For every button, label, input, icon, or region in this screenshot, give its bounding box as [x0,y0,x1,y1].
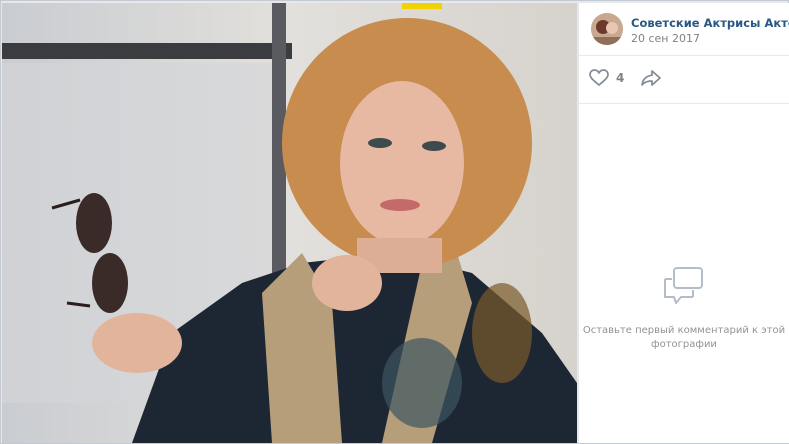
post-photo[interactable] [2,3,577,443]
photo-image [2,3,577,443]
photo-viewer: Советские Актрисы Актёры Кино 20 сен 201… [0,0,789,444]
comment-bubbles-icon [664,267,703,304]
post-author-link[interactable]: Советские Актрисы Актёры Кино [631,16,789,30]
like-count: 4 [616,71,625,85]
avatar-image [591,13,623,45]
heart-icon [589,69,609,87]
avatar[interactable] [591,13,623,45]
post-actions: 4 [579,55,789,104]
like-button[interactable]: 4 [589,69,624,87]
post-date[interactable]: 20 сен 2017 [631,32,700,45]
post-header: Советские Актрисы Актёры Кино 20 сен 201… [579,3,789,56]
photo-sidebar: Советские Актрисы Актёры Кино 20 сен 201… [578,3,789,443]
comments-empty-text-line1: Оставьте первый комментарий к этой [582,325,786,336]
share-icon [641,70,661,86]
comments-empty-state: Оставьте первый комментарий к этой фотог… [579,266,789,352]
comments-empty-text-line2: фотографии [651,339,717,350]
share-button[interactable] [640,69,662,91]
